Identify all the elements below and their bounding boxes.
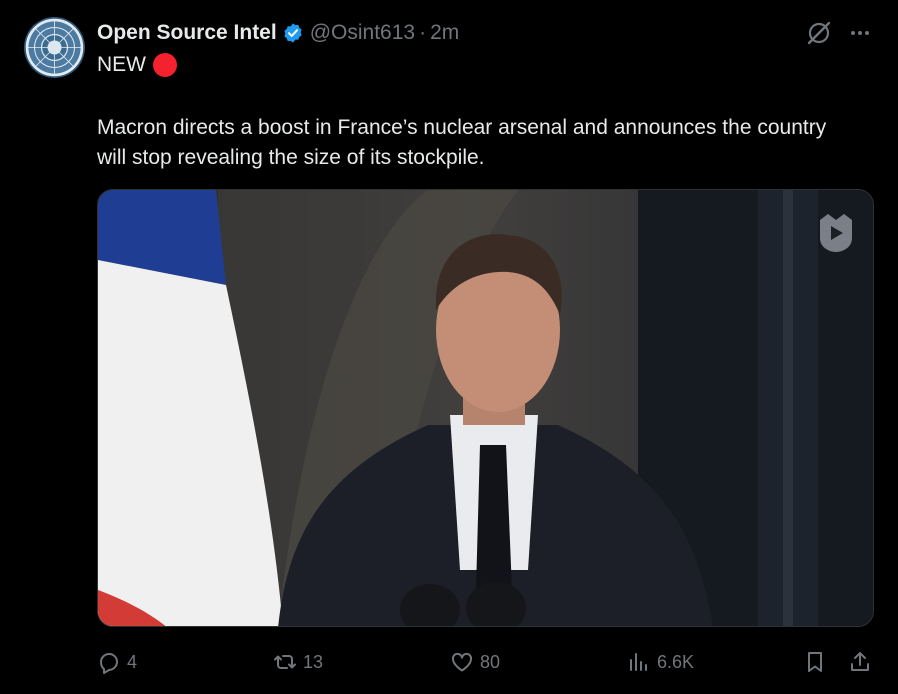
like-button[interactable]: 80 (450, 645, 500, 679)
verified-badge-icon (284, 23, 302, 43)
like-icon (451, 652, 473, 672)
views-icon (630, 653, 647, 671)
tweet-video[interactable] (97, 189, 874, 627)
retweet-button[interactable]: 13 (273, 645, 323, 679)
tweet-body: Macron directs a boost in France’s nucle… (97, 116, 827, 169)
reply-icon (100, 653, 118, 674)
like-count: 80 (480, 651, 501, 672)
author-handle[interactable]: @Osint613 (310, 21, 415, 45)
author-name[interactable]: Open Source Intel (97, 21, 277, 45)
grok-icon[interactable] (806, 20, 832, 46)
reply-count: 4 (127, 651, 138, 672)
red-circle-icon (153, 53, 177, 77)
views-count: 6.6K (657, 651, 695, 672)
retweet-icon (274, 655, 296, 669)
bookmark-button[interactable] (803, 645, 827, 679)
retweet-count: 13 (303, 651, 324, 672)
bookmark-icon (808, 652, 822, 672)
share-icon (851, 652, 869, 671)
share-button[interactable] (848, 645, 872, 679)
more-icon[interactable] (847, 20, 873, 46)
views-button[interactable]: 6.6K (627, 645, 694, 679)
video-frame (98, 190, 873, 626)
reply-button[interactable]: 4 (97, 645, 137, 679)
avatar[interactable] (24, 17, 85, 78)
separator-dot: · (419, 21, 427, 44)
tweet-time[interactable]: 2m (430, 21, 459, 45)
tweet-line-new: NEW (97, 53, 177, 77)
tweet-header: Open Source Intel @Osint613 · 2m (97, 19, 459, 47)
action-bar: 4 13 80 6.6K (0, 645, 898, 679)
new-label: NEW (97, 53, 146, 76)
